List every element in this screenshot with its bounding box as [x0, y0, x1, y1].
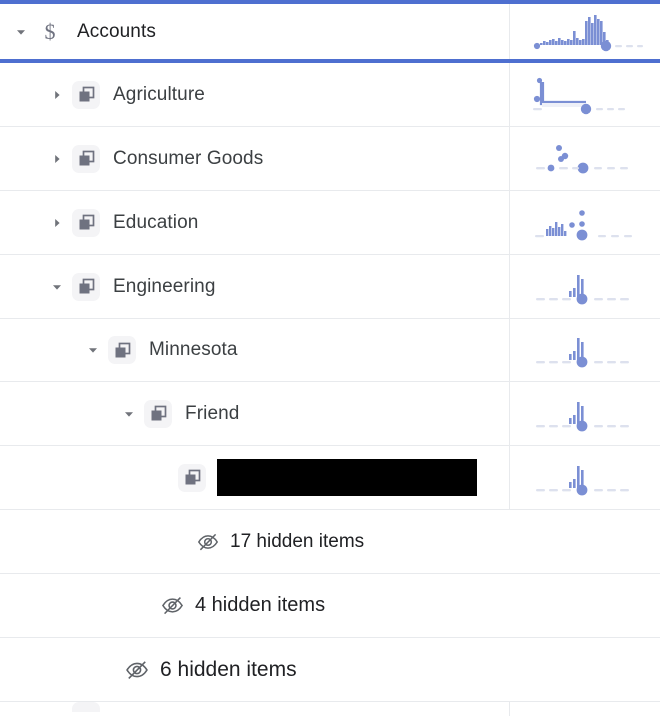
tree-row-title: Education	[113, 211, 199, 233]
sparkline-accounts	[533, 14, 643, 51]
tree-row-engineering[interactable]: Engineering	[0, 255, 660, 319]
tree-row-redacted[interactable]	[0, 446, 660, 510]
tree-row-title: Minnesota	[149, 339, 238, 360]
hidden-items-row-17[interactable]: 17 hidden items	[0, 510, 660, 574]
hidden-items-row-6[interactable]: 6 hidden items	[0, 638, 660, 702]
layers-icon	[72, 208, 100, 237]
sparkline-cell	[509, 255, 660, 318]
svg-text:$: $	[45, 20, 56, 44]
tree-row-education[interactable]: Education	[0, 191, 660, 255]
layers-icon	[72, 702, 100, 712]
tree-row-accounts[interactable]: $ Accounts	[0, 0, 660, 63]
sparkline-agriculture	[533, 77, 625, 114]
tree-row-title: Friend	[185, 402, 240, 424]
hidden-items-inner: 17 hidden items	[196, 530, 364, 554]
tree-row-title: Consumer Goods	[113, 147, 264, 169]
chevron-down-icon[interactable]	[12, 23, 30, 41]
chevron-down-icon[interactable]	[48, 278, 66, 296]
sparkline-engineering	[536, 274, 629, 304]
tree-row-minnesota[interactable]: Minnesota	[0, 319, 660, 382]
eye-off-icon	[124, 657, 150, 683]
tree-row-agriculture[interactable]: Agriculture	[0, 63, 660, 127]
layers-icon	[72, 272, 100, 301]
eye-off-icon	[196, 530, 220, 554]
layers-icon	[72, 80, 100, 109]
hidden-items-label: 6 hidden items	[160, 657, 297, 681]
redacted-label	[217, 459, 477, 496]
chevron-right-icon[interactable]	[48, 86, 66, 104]
tree-row-title: Engineering	[113, 275, 216, 297]
sparkline-cell	[509, 446, 660, 509]
tree-row-label-cell: Agriculture	[0, 63, 509, 126]
sparkline-minnesota	[536, 338, 629, 368]
tree-row-label-cell: Minnesota	[0, 319, 509, 381]
tree-row-label-cell: Engineering	[0, 255, 509, 318]
tree-row-partial[interactable]	[0, 702, 660, 716]
layers-icon	[144, 399, 172, 428]
sparkline-cell	[509, 63, 660, 126]
sparkline-cell	[509, 191, 660, 254]
account-tree-table: $ Accounts Agriculture Consumer Goods Ed…	[0, 0, 660, 727]
tree-row-title: Agriculture	[113, 83, 205, 105]
sparkline-cell	[509, 4, 660, 59]
chevron-down-icon[interactable]	[84, 341, 102, 359]
sparkline-education	[535, 209, 632, 240]
hidden-items-label: 17 hidden items	[230, 530, 365, 552]
chevron-right-icon[interactable]	[48, 214, 66, 232]
tree-row-consumer-goods[interactable]: Consumer Goods	[0, 127, 660, 191]
hidden-items-row-4[interactable]: 4 hidden items	[0, 574, 660, 638]
tree-row-friend[interactable]: Friend	[0, 382, 660, 446]
tree-row-label-cell: Friend	[0, 382, 509, 445]
tree-row-title: Accounts	[77, 20, 156, 42]
layers-icon	[178, 463, 206, 492]
sparkline-cell	[509, 127, 660, 190]
tree-row-label-cell: Consumer Goods	[0, 127, 509, 190]
dollar-sign-icon: $	[36, 18, 64, 46]
eye-off-icon	[160, 593, 185, 618]
chevron-right-icon[interactable]	[48, 150, 66, 168]
tree-row-label-cell: $ Accounts	[0, 4, 509, 59]
hidden-items-inner: 4 hidden items	[160, 593, 325, 618]
hidden-items-inner: 6 hidden items	[124, 657, 297, 683]
sparkline-cell	[509, 319, 660, 381]
hidden-items-label: 4 hidden items	[195, 594, 326, 616]
layers-icon	[72, 144, 100, 173]
sparkline-redacted	[536, 465, 629, 495]
chevron-down-icon[interactable]	[120, 405, 138, 423]
tree-row-label-cell: Education	[0, 191, 509, 254]
layers-icon	[108, 336, 136, 364]
tree-row-label-cell	[0, 702, 509, 716]
sparkline-consumer-goods	[536, 144, 628, 173]
sparkline-cell	[509, 702, 660, 716]
sparkline-friend	[536, 401, 629, 431]
tree-row-label-cell	[0, 446, 509, 509]
sparkline-cell	[509, 382, 660, 445]
